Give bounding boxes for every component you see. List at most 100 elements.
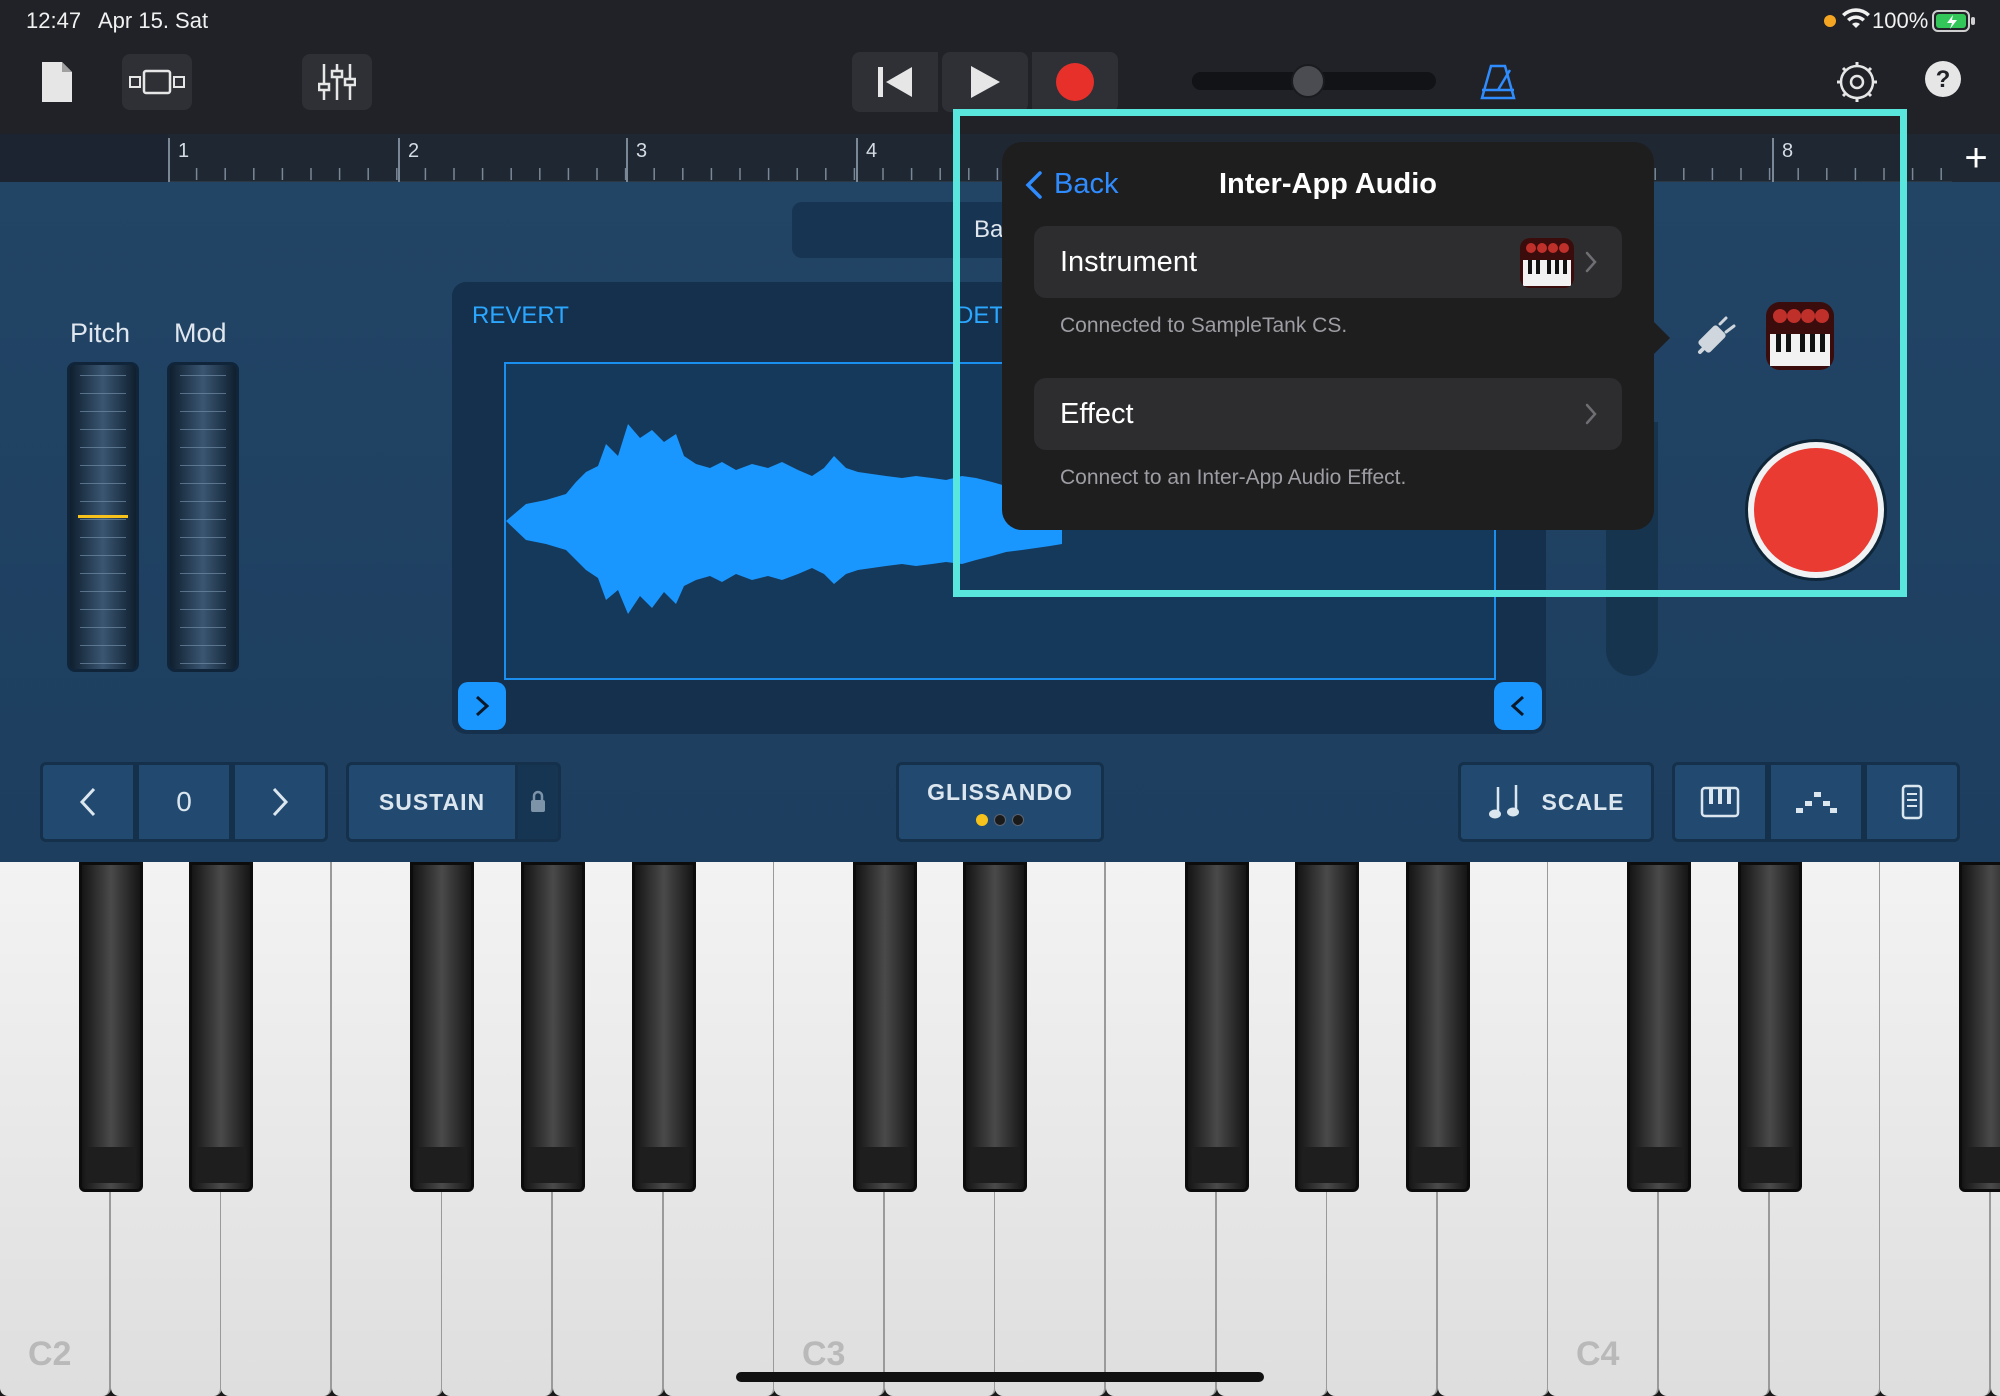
black-key[interactable] (189, 862, 253, 1192)
volume-knob[interactable] (1291, 64, 1325, 98)
wheel-grip-line (80, 429, 126, 430)
wheel-grip-line (80, 537, 126, 538)
wheel-grip-line (80, 393, 126, 394)
black-key[interactable] (632, 862, 696, 1192)
wheel-grip-line (180, 663, 226, 664)
wheel-grip-line (180, 609, 226, 610)
wheel-grip-line (180, 501, 226, 502)
black-key[interactable] (1738, 862, 1802, 1192)
wheel-grip-line (80, 465, 126, 466)
black-key[interactable] (410, 862, 474, 1192)
rewind-icon[interactable] (852, 52, 938, 112)
wheel-grip-line (180, 627, 226, 628)
wheel-grip-line (80, 447, 126, 448)
help-icon[interactable]: ? (1922, 58, 1964, 100)
wheel-grip-line (180, 645, 226, 646)
wheel-grip-line (180, 573, 226, 574)
sustain-button[interactable]: SUSTAIN (346, 762, 518, 842)
wheel-grip-line (180, 555, 226, 556)
key-label-c4: C4 (1576, 1335, 1620, 1373)
glissando-label: GLISSANDO (927, 778, 1073, 805)
wheel-grip-line (80, 591, 126, 592)
status-date: Apr 15. Sat (98, 8, 209, 33)
revert-button[interactable]: REVERT (472, 302, 569, 330)
privacy-indicator-dot (1824, 15, 1836, 27)
sustain-label: SUSTAIN (378, 788, 486, 815)
record-icon[interactable] (1032, 52, 1118, 112)
glissando-dot (994, 813, 1006, 826)
keyboard-size-icon (1901, 784, 1923, 820)
wheel-grip-line (80, 627, 126, 628)
music-note-icon (1488, 785, 1519, 819)
pitch-center-marker (78, 515, 128, 518)
wheel-grip-line (180, 465, 226, 466)
black-key[interactable] (963, 862, 1027, 1192)
black-key[interactable] (1959, 862, 2000, 1192)
status-bar: 12:47 Apr 15. Sat 100% (0, 0, 2000, 42)
mod-label: Mod (174, 318, 227, 348)
metronome-icon[interactable] (1474, 56, 1522, 108)
piano-keys-icon (1700, 786, 1740, 818)
highlight-box (953, 109, 1907, 597)
document-icon[interactable] (36, 56, 78, 108)
bar-number: 4 (866, 140, 878, 162)
black-key[interactable] (521, 862, 585, 1192)
piano-keyboard: C2 C3 C4 (0, 862, 2000, 1396)
volume-slider[interactable] (1192, 64, 1436, 98)
wifi-icon (1842, 8, 1870, 37)
glissando-dot (976, 813, 988, 826)
mixer-icon[interactable] (302, 54, 372, 110)
octave-up-button[interactable] (232, 762, 328, 842)
scale-button[interactable]: SCALE (1458, 762, 1654, 842)
black-key[interactable] (1295, 862, 1359, 1192)
octave-down-button[interactable] (40, 762, 136, 842)
wheel-grip-line (80, 501, 126, 502)
wheel-grip-line (180, 393, 226, 394)
start-handle[interactable] (458, 682, 506, 730)
wheel-grip-line (80, 573, 126, 574)
black-key[interactable] (853, 862, 917, 1192)
bar-marker (856, 138, 858, 182)
transport-controls (852, 52, 1144, 112)
wheel-grip-line (80, 555, 126, 556)
pitch-wheel[interactable] (67, 362, 139, 672)
bar-number: 3 (636, 140, 648, 162)
wheel-grip-line (180, 429, 226, 430)
lock-icon (531, 790, 545, 812)
scale-label: SCALE (1541, 788, 1625, 815)
bar-marker (626, 138, 628, 182)
settings-icon[interactable] (1832, 56, 1882, 108)
mod-wheel[interactable] (167, 362, 239, 672)
black-key[interactable] (1406, 862, 1470, 1192)
keyboard-layout-button[interactable] (1672, 762, 1768, 842)
battery-percentage: 100% (1872, 8, 1929, 33)
battery-icon (1932, 9, 1976, 38)
black-key[interactable] (1627, 862, 1691, 1192)
wheel-grip-line (180, 519, 226, 520)
black-key[interactable] (79, 862, 143, 1192)
glissando-mode-dots (976, 813, 1024, 826)
pitch-label: Pitch (70, 318, 131, 348)
glissando-button[interactable]: GLISSANDO (896, 762, 1104, 842)
bar-marker (398, 138, 400, 182)
keyboard-size-button[interactable] (1864, 762, 1960, 842)
home-indicator (736, 1372, 1264, 1382)
arpeggiator-button[interactable] (1768, 762, 1864, 842)
glissando-dot (1012, 813, 1024, 826)
end-handle[interactable] (1494, 682, 1542, 730)
wheel-grip-line (80, 663, 126, 664)
wheel-grip-line (180, 537, 226, 538)
black-key[interactable] (1185, 862, 1249, 1192)
bar-number: 2 (408, 140, 420, 162)
key-label-c3: C3 (802, 1335, 846, 1373)
add-section-button[interactable]: + (1952, 134, 2000, 182)
arpeggiator-icon (1796, 792, 1837, 813)
key-label-c2: C2 (28, 1335, 72, 1373)
sustain-lock-button[interactable] (515, 762, 561, 842)
wheel-grip-line (80, 411, 126, 412)
play-icon[interactable] (942, 52, 1028, 112)
tracks-view-icon[interactable] (122, 54, 192, 110)
keyboard-layout-selector (1672, 762, 1960, 842)
status-time: 12:47 (26, 8, 82, 33)
octave-control: 0 (40, 762, 328, 842)
